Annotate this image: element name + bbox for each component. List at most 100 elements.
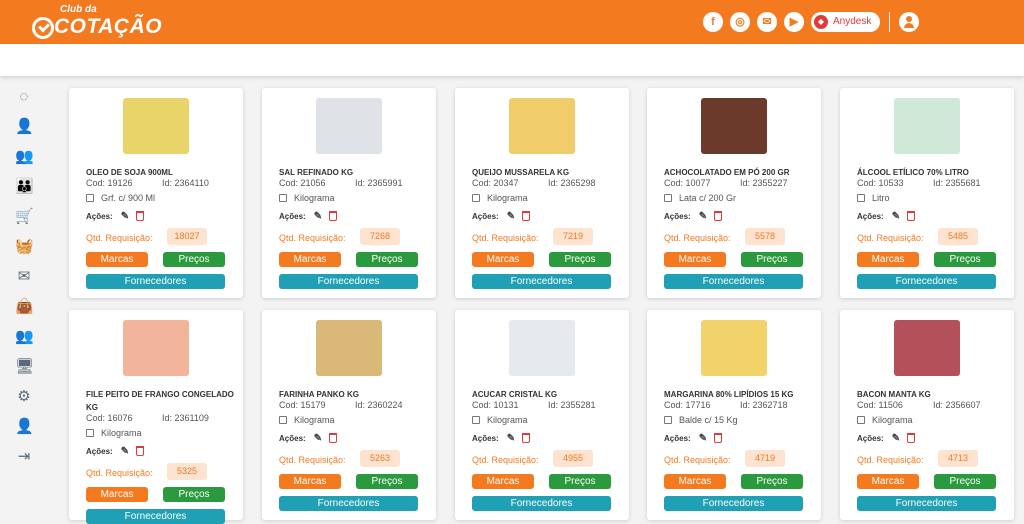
marcas-button[interactable]: Marcas <box>664 474 726 489</box>
marcas-button[interactable]: Marcas <box>86 487 148 502</box>
facebook-icon[interactable]: f <box>703 12 723 32</box>
product-image <box>123 98 189 154</box>
delete-icon[interactable] <box>906 211 915 221</box>
fornecedores-button[interactable]: Fornecedores <box>279 496 418 511</box>
actions-row: Ações: ✎ <box>857 433 915 444</box>
product-unit: Kilograma <box>279 415 335 425</box>
youtube-icon[interactable]: ▶ <box>784 12 804 32</box>
precos-button[interactable]: Preços <box>741 474 803 489</box>
fornecedores-button[interactable]: Fornecedores <box>664 274 803 289</box>
qtd-requisicao-label: Qtd. Requisição: <box>664 455 731 465</box>
fornecedores-button[interactable]: Fornecedores <box>857 496 996 511</box>
qtd-requisicao-value: 5485 <box>938 228 978 245</box>
club-da-cotacao-logo[interactable]: Club da COTAÇÃO <box>30 4 162 40</box>
edit-icon[interactable]: ✎ <box>699 211 709 222</box>
fornecedores-button[interactable]: Fornecedores <box>472 274 611 289</box>
product-card: FILE PEITO DE FRANGO CONGELADO KG Cod: 1… <box>69 310 243 524</box>
actions-row: Ações: ✎ <box>86 211 144 222</box>
dashboard-icon[interactable]: ◌ <box>15 88 33 106</box>
actions-row: Ações: ✎ <box>857 211 915 222</box>
product-id: Id: 2362718 <box>740 400 788 410</box>
marcas-button[interactable]: Marcas <box>472 474 534 489</box>
qtd-requisicao-label: Qtd. Requisição: <box>857 233 924 243</box>
package-icon <box>857 416 865 424</box>
package-icon <box>857 194 865 202</box>
delete-icon[interactable] <box>713 433 722 443</box>
qtd-requisicao-label: Qtd. Requisição: <box>664 233 731 243</box>
precos-button[interactable]: Preços <box>934 252 996 267</box>
messages-icon[interactable]: ✉ <box>15 268 33 286</box>
edit-icon[interactable]: ✎ <box>507 433 517 444</box>
anydesk-button[interactable]: ◆ Anydesk <box>811 12 880 32</box>
precos-button[interactable]: Preços <box>741 252 803 267</box>
marcas-button[interactable]: Marcas <box>857 252 919 267</box>
edit-icon[interactable]: ✎ <box>699 433 709 444</box>
supplier-icon[interactable]: 👥 <box>15 328 34 346</box>
precos-button[interactable]: Preços <box>934 474 996 489</box>
delete-icon[interactable] <box>521 211 530 221</box>
logo-top-text: Club da <box>60 4 97 15</box>
user-icon[interactable]: 👤 <box>15 118 34 136</box>
delete-icon[interactable] <box>328 211 337 221</box>
user-settings-icon[interactable]: 👤 <box>15 418 34 436</box>
actions-label: Ações: <box>857 212 884 221</box>
precos-button[interactable]: Preços <box>163 252 225 267</box>
groups-icon[interactable]: 👪 <box>15 178 34 196</box>
precos-button[interactable]: Preços <box>356 252 418 267</box>
delete-icon[interactable] <box>328 433 337 443</box>
product-code: Cod: 10533 <box>857 178 904 188</box>
product-code: Cod: 16076 <box>86 413 133 423</box>
edit-icon[interactable]: ✎ <box>314 211 324 222</box>
fornecedores-button[interactable]: Fornecedores <box>472 496 611 511</box>
edit-icon[interactable]: ✎ <box>892 211 902 222</box>
marcas-button[interactable]: Marcas <box>472 252 534 267</box>
email-icon[interactable]: ✉ <box>757 12 777 32</box>
product-card: ACHOCOLATADO EM PÓ 200 GR Cod: 10077 Id:… <box>647 88 821 298</box>
marcas-button[interactable]: Marcas <box>279 252 341 267</box>
precos-button[interactable]: Preços <box>549 474 611 489</box>
precos-button[interactable]: Preços <box>549 252 611 267</box>
fornecedores-button[interactable]: Fornecedores <box>86 274 225 289</box>
edit-icon[interactable]: ✎ <box>121 211 131 222</box>
actions-row: Ações: ✎ <box>279 433 337 444</box>
logout-icon[interactable]: ⇥ <box>15 448 33 466</box>
actions-row: Ações: ✎ <box>472 211 530 222</box>
marcas-button[interactable]: Marcas <box>279 474 341 489</box>
delete-icon[interactable] <box>713 211 722 221</box>
delete-icon[interactable] <box>135 211 144 221</box>
instagram-icon[interactable]: ◎ <box>730 12 750 32</box>
product-card: ACUCAR CRISTAL KG Cod: 10131 Id: 2355281… <box>455 310 629 520</box>
product-code: Cod: 21056 <box>279 178 326 188</box>
user-account-icon[interactable] <box>899 12 919 32</box>
precos-button[interactable]: Preços <box>163 487 225 502</box>
precos-button[interactable]: Preços <box>356 474 418 489</box>
qtd-requisicao-value: 5325 <box>167 463 207 480</box>
bag-icon[interactable]: 👜 <box>15 298 34 316</box>
product-card: QUEIJO MUSSARELA KG Cod: 20347 Id: 23652… <box>455 88 629 298</box>
actions-row: Ações: ✎ <box>472 433 530 444</box>
edit-icon[interactable]: ✎ <box>892 433 902 444</box>
product-code: Cod: 11506 <box>857 400 903 410</box>
product-image <box>894 98 960 154</box>
basket-icon[interactable]: 🧺 <box>15 238 34 256</box>
monitor-icon[interactable]: 🖥 <box>15 358 34 376</box>
edit-icon[interactable]: ✎ <box>314 433 324 444</box>
edit-icon[interactable]: ✎ <box>121 446 131 457</box>
edit-icon[interactable]: ✎ <box>507 211 517 222</box>
marcas-button[interactable]: Marcas <box>857 474 919 489</box>
fornecedores-button[interactable]: Fornecedores <box>857 274 996 289</box>
marcas-button[interactable]: Marcas <box>86 252 148 267</box>
settings-icon[interactable]: ⚙ <box>15 388 33 406</box>
delete-icon[interactable] <box>521 433 530 443</box>
delete-icon[interactable] <box>906 433 915 443</box>
fornecedores-button[interactable]: Fornecedores <box>664 496 803 511</box>
package-icon <box>664 416 672 424</box>
delete-icon[interactable] <box>135 446 144 456</box>
cart-icon[interactable]: 🛒 <box>15 208 34 226</box>
product-unit: Kilograma <box>472 415 528 425</box>
fornecedores-button[interactable]: Fornecedores <box>279 274 418 289</box>
fornecedores-button[interactable]: Fornecedores <box>86 509 225 524</box>
users-icon[interactable]: 👥 <box>15 148 34 166</box>
product-id: Id: 2355281 <box>548 400 596 410</box>
marcas-button[interactable]: Marcas <box>664 252 726 267</box>
